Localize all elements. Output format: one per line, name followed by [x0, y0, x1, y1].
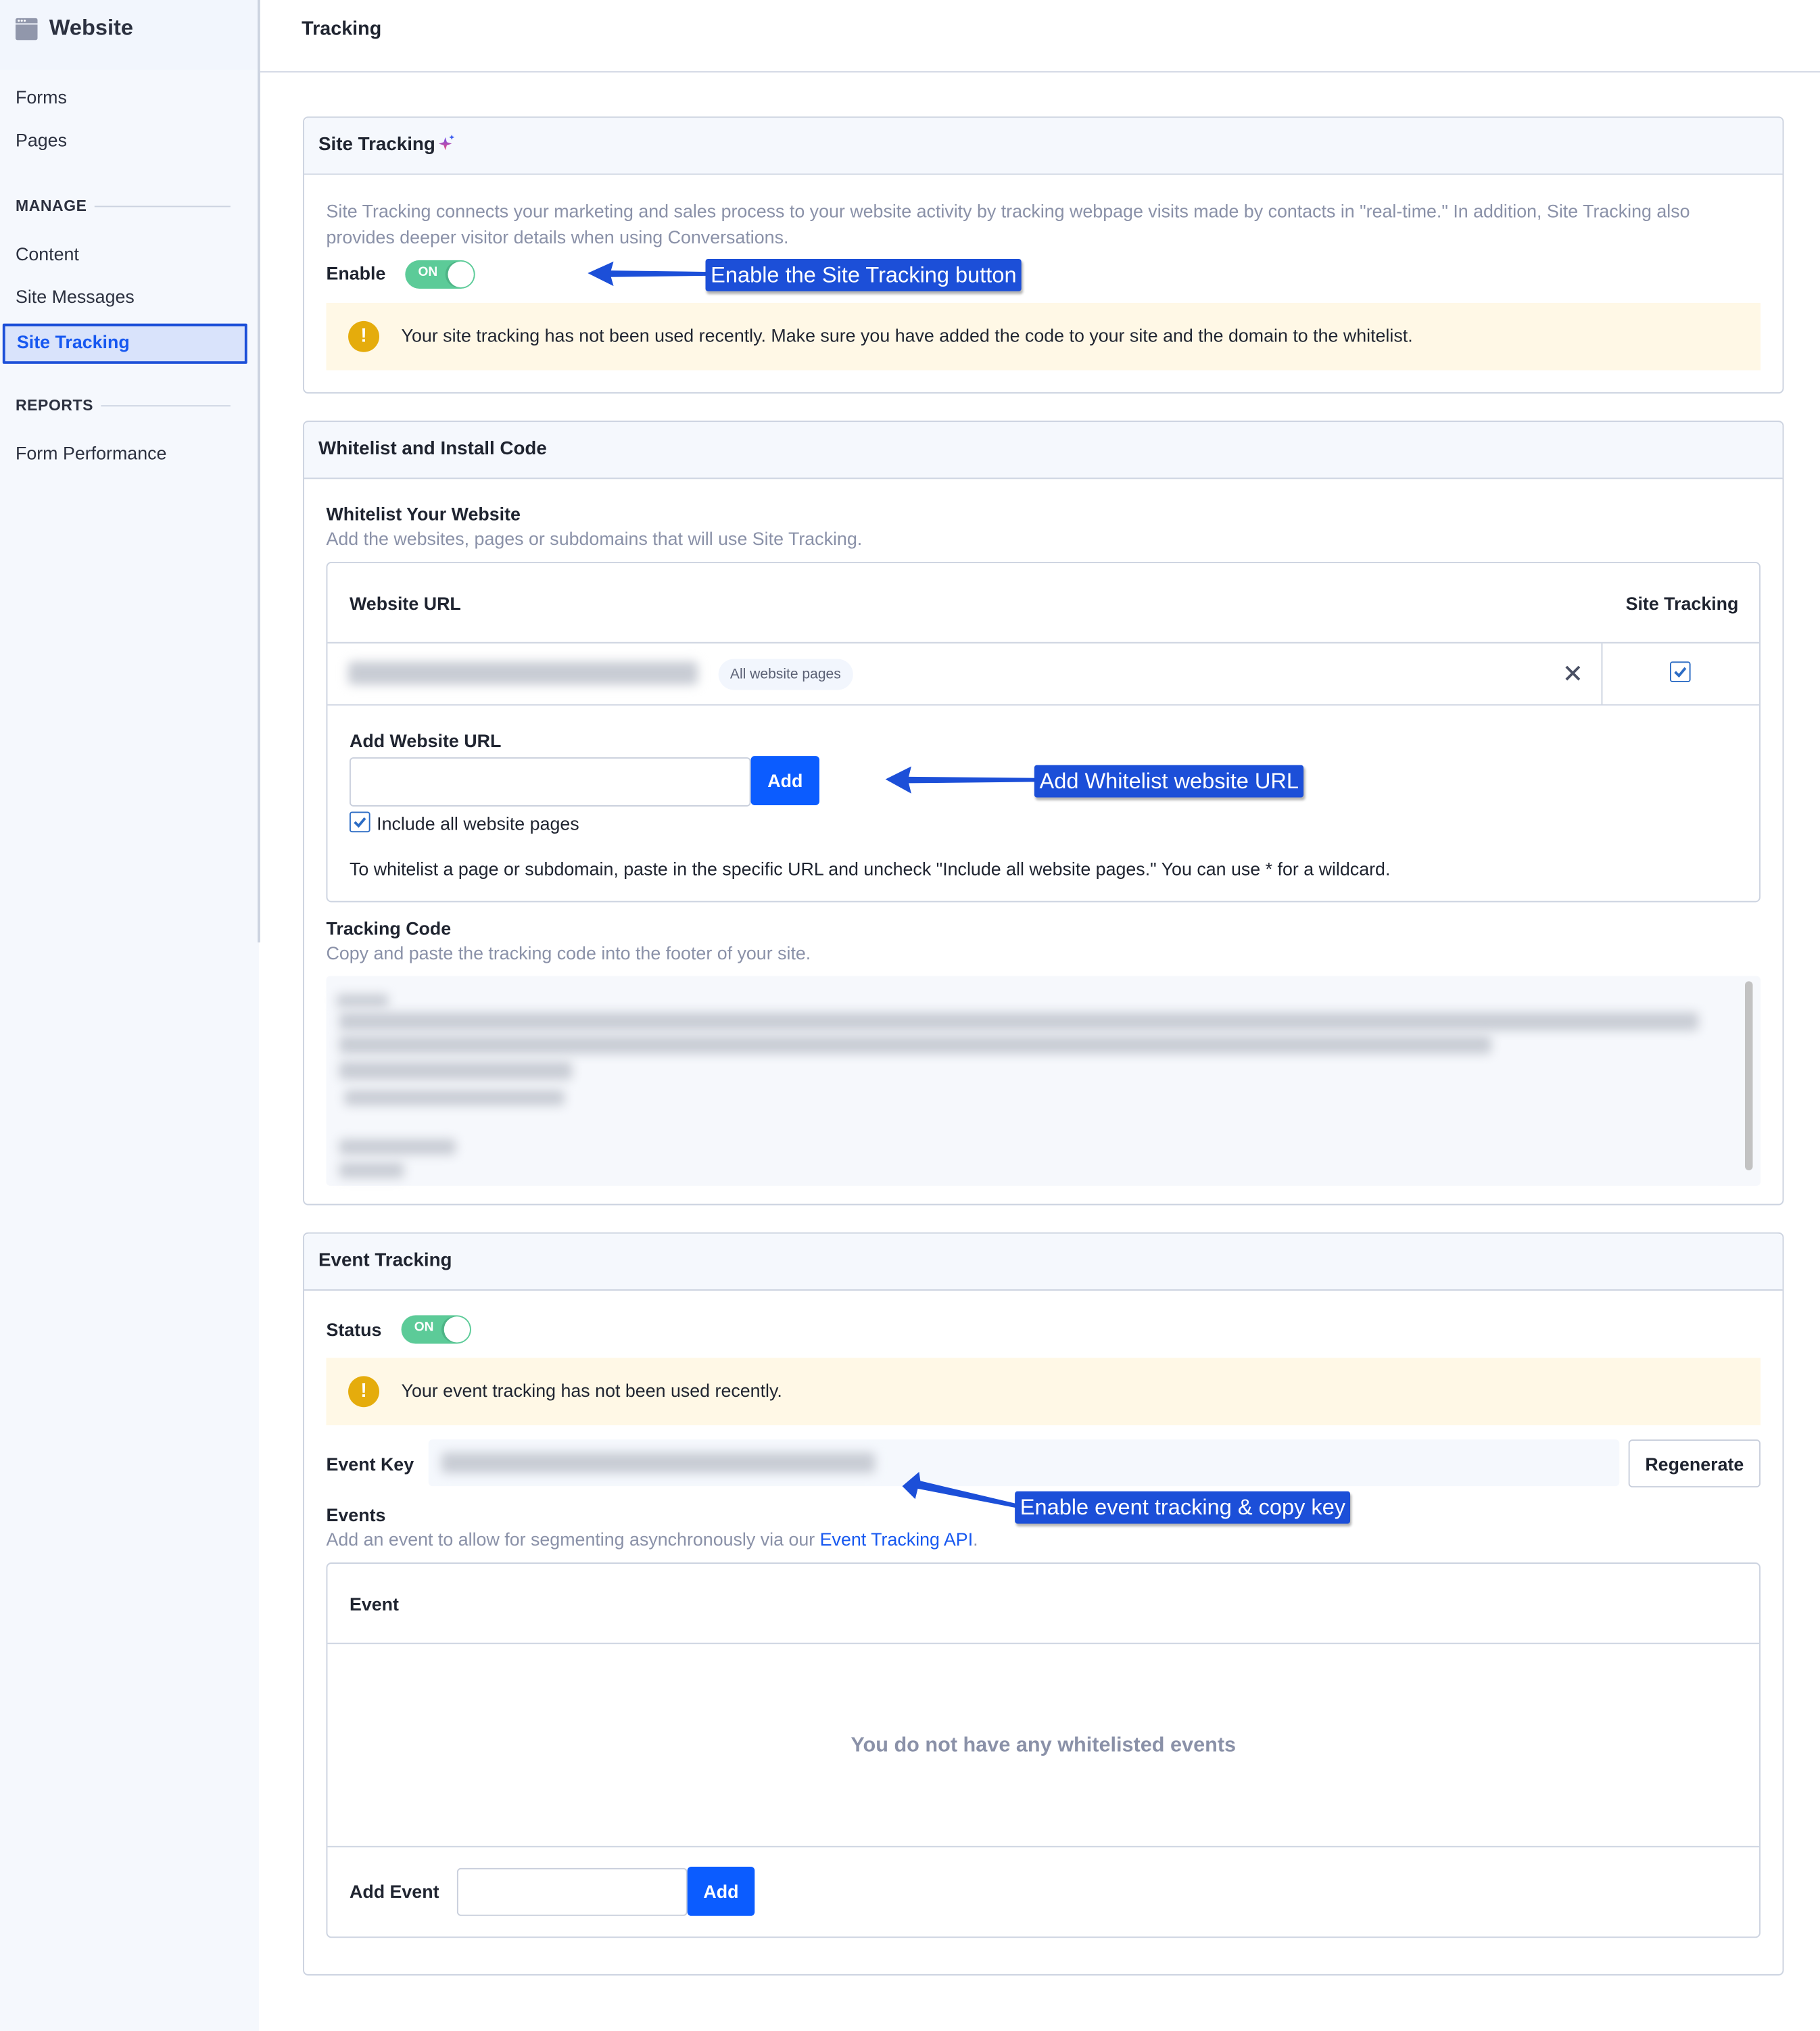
browser-window-icon [15, 18, 38, 41]
annotation-arrow-icon [902, 1472, 1019, 1508]
toggle-knob [448, 261, 474, 288]
code-line [339, 1061, 573, 1080]
code-line [339, 1162, 404, 1178]
add-website-url-label: Add Website URL [349, 730, 502, 751]
sidebar-header: Website [0, 0, 259, 70]
events-description: Add an event to allow for segmenting asy… [326, 1529, 978, 1550]
checkmark-icon [354, 817, 366, 828]
card-title: Whitelist and Install Code [318, 439, 547, 460]
sidebar-title: Website [49, 15, 133, 41]
all-pages-badge: All website pages [718, 659, 853, 690]
column-header-site-tracking: Site Tracking [1625, 592, 1739, 614]
card-header: Whitelist and Install Code [304, 422, 1783, 479]
whitelist-table: Website URL Site Tracking All website pa… [326, 561, 1761, 903]
page-title: Tracking [302, 18, 382, 41]
annotation-callout: Add Whitelist website URL [1034, 765, 1304, 798]
warning-icon: ! [348, 1376, 380, 1408]
sidebar: Website Forms Pages MANAGE Content Site … [0, 0, 259, 2031]
whitelist-hint: To whitelist a page or subdomain, paste … [349, 858, 1391, 880]
website-url-value [348, 661, 698, 685]
divider [101, 404, 231, 406]
sidebar-item-site-messages[interactable]: Site Messages [16, 286, 135, 307]
event-key-value [441, 1452, 876, 1473]
toggle-knob [444, 1316, 471, 1343]
divider [1601, 643, 1603, 704]
divider [327, 1642, 1760, 1644]
status-label: Status [326, 1319, 382, 1340]
site-tracking-description: Site Tracking connects your marketing an… [326, 200, 1690, 247]
annotation-callout: Enable the Site Tracking button [705, 258, 1022, 291]
event-tracking-card: Event Tracking Status ON ! Your event tr… [303, 1232, 1784, 1976]
close-icon[interactable] [1565, 665, 1581, 681]
add-event-label: Add Event [349, 1881, 439, 1902]
alert-message: Your event tracking has not been used re… [401, 1380, 782, 1401]
site-tracking-checkbox[interactable] [1669, 661, 1691, 683]
column-header-event: Event [349, 1593, 399, 1615]
card-title: Event Tracking [318, 1250, 452, 1272]
events-title: Events [326, 1504, 386, 1525]
event-tracking-api-link[interactable]: Event Tracking API [820, 1529, 974, 1550]
event-key-label: Event Key [326, 1454, 414, 1475]
code-line [336, 994, 389, 1007]
sidebar-item-site-tracking[interactable]: Site Tracking [2, 323, 247, 364]
include-all-pages-label: Include all website pages [377, 813, 579, 834]
add-event-input[interactable] [456, 1867, 688, 1916]
sparkle-icon [439, 135, 455, 151]
add-event-button[interactable]: Add [687, 1866, 755, 1916]
whitelist-description: Add the websites, pages or subdomains th… [326, 528, 863, 549]
divider [327, 1846, 1760, 1848]
card-header: Site Tracking [304, 118, 1783, 175]
events-table: Event You do not have any whitelisted ev… [326, 1562, 1761, 1938]
sidebar-section-reports: REPORTS [16, 396, 231, 414]
regenerate-button[interactable]: Regenerate [1628, 1439, 1761, 1487]
event-tracking-alert: ! Your event tracking has not been used … [326, 1358, 1761, 1426]
include-all-pages-checkbox[interactable] [349, 811, 370, 833]
code-line [339, 1012, 1699, 1031]
section-title: MANAGE [15, 197, 87, 215]
sidebar-item-form-performance[interactable]: Form Performance [16, 443, 166, 464]
website-url-input[interactable] [349, 757, 751, 807]
divider [95, 205, 231, 207]
alert-message: Your site tracking has not been used rec… [401, 325, 1413, 346]
card-title: Site Tracking [318, 135, 456, 156]
code-line [339, 1035, 1491, 1054]
empty-events-message: You do not have any whitelisted events [851, 1734, 1237, 1757]
toggle-state: ON [418, 265, 438, 280]
sidebar-section-manage: MANAGE [16, 197, 231, 215]
annotation-callout: Enable event tracking & copy key [1015, 1491, 1351, 1524]
sidebar-item-pages[interactable]: Pages [16, 129, 67, 150]
whitelist-subtitle: Whitelist Your Website [326, 503, 521, 525]
code-line [339, 1139, 456, 1155]
card-header: Event Tracking [304, 1233, 1783, 1291]
whitelist-card: Whitelist and Install Code Whitelist You… [303, 421, 1784, 1205]
sidebar-item-content[interactable]: Content [16, 243, 79, 264]
annotation-arrow-icon [588, 261, 709, 287]
toggle-state: ON [414, 1320, 434, 1335]
event-tracking-toggle[interactable]: ON [401, 1315, 471, 1344]
table-row: All website pages [327, 643, 1759, 704]
code-line [344, 1090, 565, 1106]
tracking-code-box[interactable] [326, 976, 1761, 1186]
tracking-code-title: Tracking Code [326, 917, 452, 939]
site-tracking-card: Site Tracking Site Tracking connects you… [303, 116, 1784, 394]
site-tracking-alert: ! Your site tracking has not been used r… [326, 303, 1761, 371]
column-header-website-url: Website URL [349, 592, 461, 614]
sidebar-item-label: Site Tracking [16, 331, 130, 352]
site-tracking-toggle[interactable]: ON [405, 260, 475, 289]
checkmark-icon [1674, 667, 1687, 678]
annotation-arrow-icon [885, 766, 1036, 794]
event-key-field[interactable] [428, 1439, 1620, 1487]
warning-icon: ! [348, 320, 380, 352]
page-header: Tracking [260, 0, 1820, 73]
add-website-button[interactable]: Add [750, 756, 820, 805]
scrollbar[interactable] [1745, 981, 1753, 1170]
section-title: REPORTS [15, 396, 94, 414]
sidebar-divider [258, 0, 260, 942]
divider [327, 704, 1760, 706]
tracking-code-description: Copy and paste the tracking code into th… [326, 942, 811, 963]
sidebar-item-forms[interactable]: Forms [16, 87, 67, 107]
enable-label: Enable [326, 262, 386, 284]
